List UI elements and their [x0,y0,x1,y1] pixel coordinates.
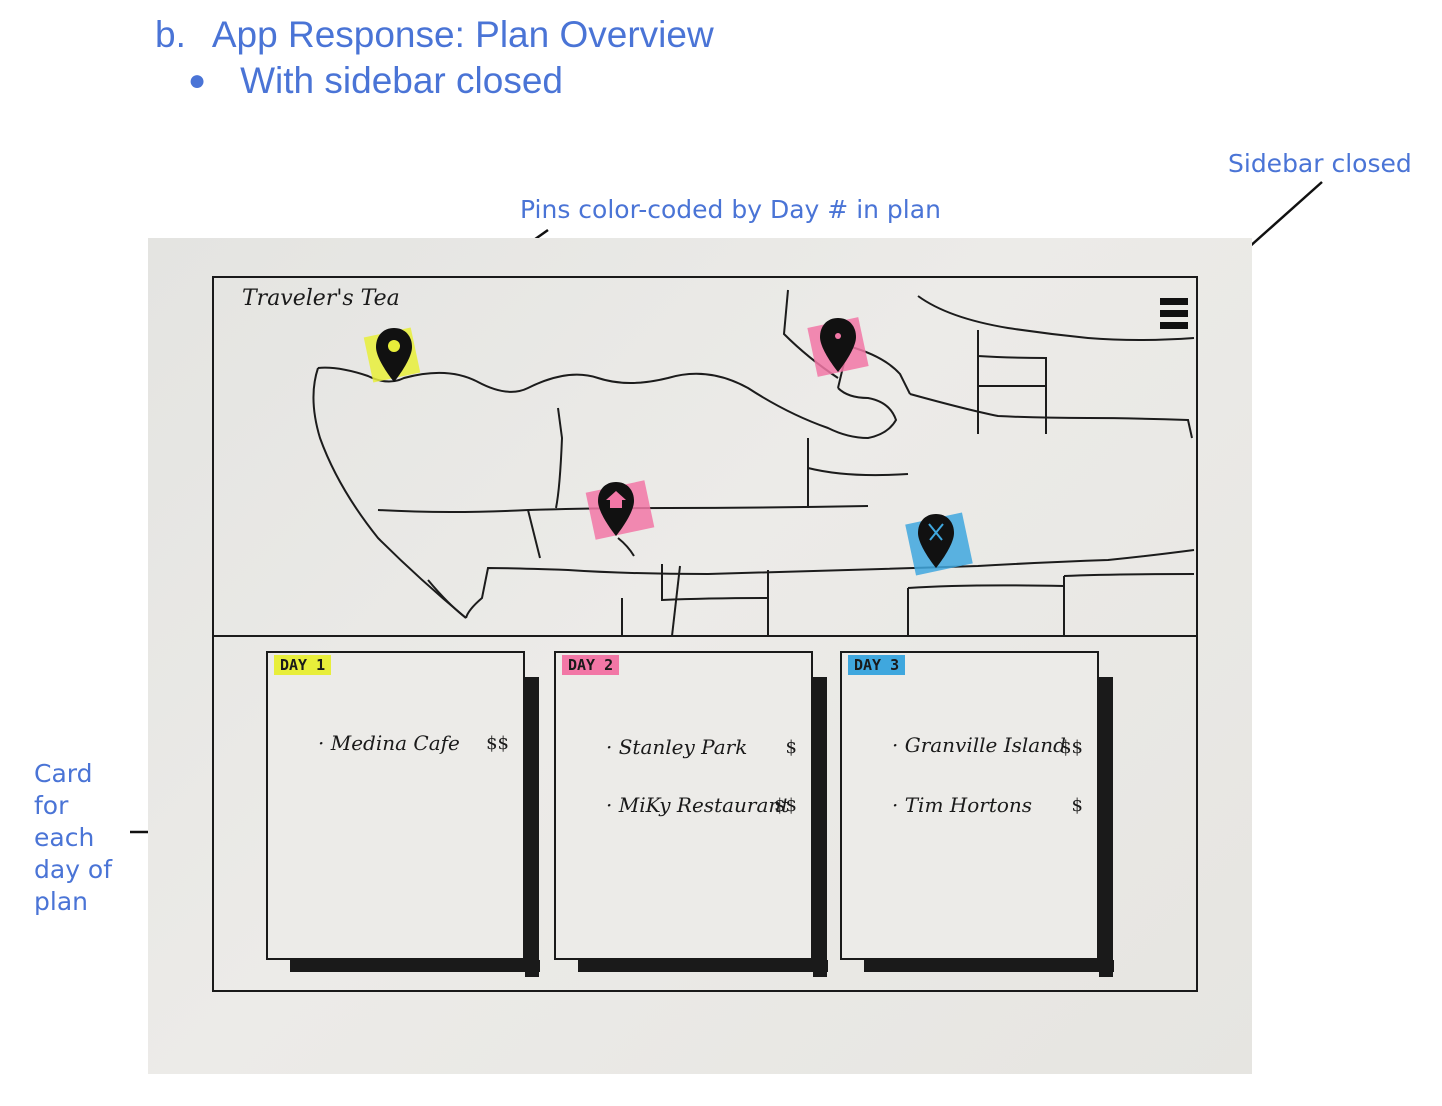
hamburger-menu-icon[interactable] [1160,298,1188,334]
price-level: $$ [1060,737,1083,758]
day-label: DAY 1 [274,655,332,675]
heading-subtitle-text: With sidebar closed [240,60,563,101]
place-item[interactable]: Medina Cafe [318,731,460,755]
bullet-icon: ● [188,64,207,97]
annotation-card: Card for each day of plan [34,759,113,916]
day-card-2[interactable]: DAY 2 Stanley Park $ MiKy Restaurant $$ [554,651,828,977]
heading-title: b. App Response: Plan Overview [155,14,714,56]
app-title: Traveler's Tea [242,286,400,311]
map-pin-icon [376,328,412,382]
pin-day3[interactable] [902,508,973,578]
heading-title-text: App Response: Plan Overview [211,14,714,55]
place-item[interactable]: Granville Island [892,733,1066,757]
price-level: $ [785,737,797,758]
price-level: $$ [774,795,797,816]
annotation-pins: Pins color-coded by Day # in plan [520,195,941,224]
place-item[interactable]: Stanley Park [606,735,748,759]
place-item[interactable]: MiKy Restaurant [606,793,790,817]
place-item[interactable]: Tim Hortons [892,793,1032,817]
day-label: DAY 2 [562,655,620,675]
pin-day2-top[interactable] [804,312,874,382]
home-pin-icon [598,482,634,536]
pin-day2-middle[interactable] [582,476,655,546]
sketch-photo: Traveler's Tea DAY 1 Medina Cafe $$ DAY … [148,238,1252,1074]
pin-day1[interactable] [360,322,430,392]
day-card-3[interactable]: DAY 3 Granville Island $$ Tim Hortons $ [840,651,1114,977]
restaurant-pin-icon [918,514,954,568]
day-card-1[interactable]: DAY 1 Medina Cafe $$ [266,651,540,977]
day-label: DAY 3 [848,655,906,675]
map-pin-icon [820,318,856,372]
heading-subtitle: ● With sidebar closed [188,60,563,102]
annotation-sidebar: Sidebar closed [1228,149,1412,178]
price-level: $$ [486,733,509,754]
heading-marker: b. [155,14,186,55]
price-level: $ [1071,795,1083,816]
